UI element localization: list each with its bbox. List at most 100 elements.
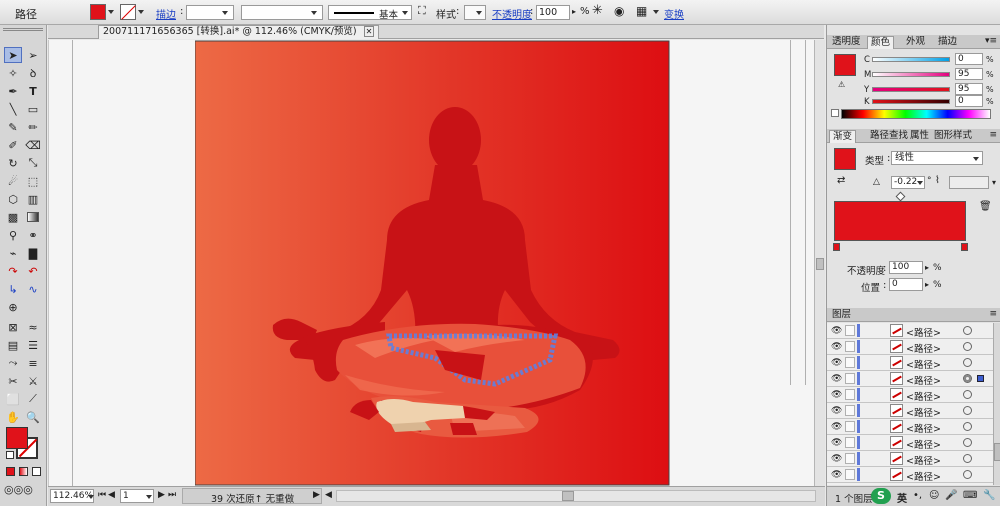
draw-mode-icons[interactable]: ◎◎◎: [4, 483, 33, 496]
yellow-slider[interactable]: [872, 87, 950, 92]
lock-toggle[interactable]: [845, 389, 855, 400]
warp-tool-icon[interactable]: ☄: [4, 173, 22, 189]
vertical-scroll-thumb[interactable]: [816, 258, 824, 270]
stop-opacity-stepper[interactable]: ▸: [925, 263, 929, 272]
hand-tool-icon[interactable]: ✋: [4, 409, 22, 425]
graphic-style-picker[interactable]: [464, 5, 486, 20]
slice-tool-icon[interactable]: ✂: [4, 373, 22, 389]
knife-tool-icon[interactable]: ⚔: [24, 373, 42, 389]
tab-stroke[interactable]: 描边: [935, 36, 960, 49]
free-transform-tool-icon[interactable]: ⬚: [24, 173, 42, 189]
symbol-sprayer-tool-icon[interactable]: ⌁: [4, 245, 22, 261]
selection-tool-icon[interactable]: ➤: [4, 47, 22, 63]
color-mode-icon[interactable]: [6, 467, 15, 476]
cyan-input[interactable]: 0: [955, 53, 983, 65]
fill-dropdown[interactable]: [106, 7, 116, 17]
target-tool-icon[interactable]: ⊕: [4, 299, 22, 315]
column-graph-tool-icon[interactable]: ▇: [24, 245, 42, 261]
color-spectrum-bar[interactable]: [841, 109, 991, 119]
path-tool-icon[interactable]: ⤳: [4, 355, 22, 371]
stroke-dropdown[interactable]: [136, 7, 146, 17]
fill-color-swatch[interactable]: [90, 4, 106, 20]
black-input[interactable]: 0: [955, 95, 983, 107]
magic-wand-tool-icon[interactable]: ✧: [4, 65, 22, 81]
lock-toggle[interactable]: [845, 357, 855, 368]
first-page-icon[interactable]: ⏮: [98, 490, 106, 500]
lock-toggle[interactable]: [845, 405, 855, 416]
target-circle-icon[interactable]: [963, 470, 972, 479]
stop-location-stepper[interactable]: ▸: [925, 280, 929, 289]
tab-pathfinder[interactable]: 路径查找: [867, 130, 911, 143]
tab-graphic-styles[interactable]: 图形样式: [931, 130, 975, 143]
target-circle-icon[interactable]: [963, 374, 972, 383]
layer-row[interactable]: 👁 <路径>: [827, 419, 993, 435]
tab-appearance[interactable]: 外观: [903, 36, 928, 49]
lock-toggle[interactable]: [845, 373, 855, 384]
prev-page-icon[interactable]: ◀: [108, 490, 115, 500]
wave-tool-icon[interactable]: ≈: [24, 319, 42, 335]
opacity-stepper[interactable]: ▸: [572, 7, 576, 16]
close-tab-icon[interactable]: ✕: [363, 26, 375, 37]
tab-gradient[interactable]: 渐变: [829, 130, 857, 143]
layer-row[interactable]: 👁 <路径>: [827, 339, 993, 355]
custom-tool-a-icon[interactable]: ↷: [4, 263, 22, 279]
direct-selection-tool-icon[interactable]: ➢: [24, 47, 42, 63]
gradient-tool-icon[interactable]: [24, 209, 42, 225]
lock-toggle[interactable]: [845, 421, 855, 432]
magenta-slider[interactable]: [872, 72, 950, 77]
gradient-type-select[interactable]: 线性: [891, 151, 983, 165]
variable-width-profile[interactable]: [241, 5, 323, 20]
ime-punctuation-icon[interactable]: •,: [913, 490, 922, 501]
perspective-grid-tool-icon[interactable]: ▥: [24, 191, 42, 207]
visibility-eye-icon[interactable]: 👁: [831, 406, 842, 416]
ime-voice-icon[interactable]: 🎤: [945, 490, 957, 501]
tab-color[interactable]: 颜色: [867, 36, 895, 49]
stroke-link[interactable]: 描边: [156, 6, 176, 21]
lock-toggle[interactable]: [845, 341, 855, 352]
target-circle-icon[interactable]: [963, 406, 972, 415]
cyan-slider[interactable]: [872, 57, 950, 62]
yellow-input[interactable]: 95: [955, 83, 983, 95]
tab-transparency[interactable]: 透明度: [829, 36, 864, 49]
envelope-tool-icon[interactable]: ⊠: [4, 319, 22, 335]
opacity-input[interactable]: 100: [536, 5, 570, 20]
magenta-input[interactable]: 95: [955, 68, 983, 80]
custom-tool-b-icon[interactable]: ↶: [24, 263, 42, 279]
gradient-preview-swatch[interactable]: [834, 148, 856, 170]
selection-indicator[interactable]: [977, 375, 984, 382]
ime-badge[interactable]: S: [871, 488, 891, 504]
layer-row[interactable]: 👁 <路径>: [827, 467, 993, 483]
align-icon[interactable]: ▦: [636, 4, 647, 18]
visibility-eye-icon[interactable]: 👁: [831, 358, 842, 368]
layer-row[interactable]: 👁 <路径>: [827, 435, 993, 451]
tab-attributes[interactable]: 属性: [907, 130, 932, 143]
delete-stop-icon[interactable]: 🗑: [979, 201, 992, 212]
gradient-midpoint-diamond[interactable]: [895, 191, 906, 202]
align-tool-icon[interactable]: ≡: [24, 355, 42, 371]
gradient-stop-left[interactable]: [833, 243, 840, 251]
eyedropper-tool-icon[interactable]: ⚲: [4, 227, 22, 243]
status-menu-icon[interactable]: ▶: [313, 490, 320, 500]
rotate-tool-icon[interactable]: ↻: [4, 155, 22, 171]
layer-row[interactable]: 👁 <路径>: [827, 355, 993, 371]
next-page-icon[interactable]: ▶: [158, 490, 165, 500]
reverse-gradient-icon[interactable]: ⇄: [837, 175, 845, 186]
shape-builder-tool-icon[interactable]: ⬡: [4, 191, 22, 207]
brush-definition[interactable]: 基本: [328, 5, 412, 21]
zoom-dropdown[interactable]: [86, 492, 96, 502]
none-mode-icon[interactable]: [32, 467, 41, 476]
gradient-type-dropdown[interactable]: [971, 154, 981, 164]
paintbrush-tool-icon[interactable]: ✎: [4, 119, 22, 135]
scroll-left-icon[interactable]: ◀: [325, 490, 332, 500]
document-setup-icon[interactable]: ⛶: [418, 4, 426, 18]
layer-row[interactable]: 👁 <路径>: [827, 403, 993, 419]
horizontal-scrollbar[interactable]: [336, 490, 816, 502]
lasso-tool-icon[interactable]: ꝺ: [24, 65, 42, 81]
gradient-slider-bar[interactable]: [834, 201, 966, 241]
artboard[interactable]: [195, 40, 670, 486]
line-tool-icon[interactable]: ╲: [4, 101, 22, 117]
layers-scrollbar[interactable]: [993, 323, 1000, 485]
stroke-none-swatch[interactable]: [120, 4, 136, 20]
target-circle-icon[interactable]: [963, 358, 972, 367]
gradient-mode-icon[interactable]: [19, 467, 28, 476]
